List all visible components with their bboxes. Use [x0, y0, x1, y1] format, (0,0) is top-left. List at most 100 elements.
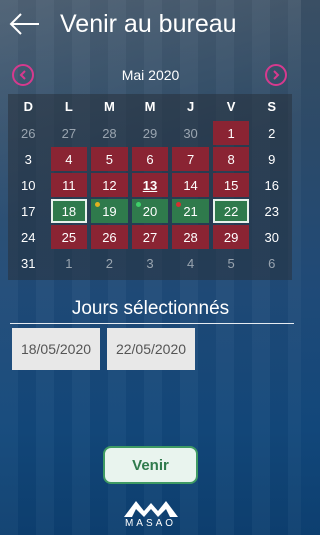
divider — [10, 323, 294, 324]
calendar-day-label: 28 — [102, 125, 117, 141]
calendar-day[interactable]: 2 — [91, 251, 128, 275]
calendar-day[interactable]: 8 — [212, 147, 250, 171]
weekday-label: M — [144, 99, 156, 114]
weekday-label: D — [23, 99, 33, 114]
venir-button[interactable]: Venir — [103, 446, 198, 484]
calendar-day[interactable]: 31 — [10, 251, 47, 275]
month-label: Mai 2020 — [121, 67, 180, 83]
calendar-day[interactable]: 3 — [132, 251, 169, 275]
calendar-day[interactable]: 13 — [131, 173, 169, 197]
calendar-day-label: 6 — [146, 151, 154, 167]
calendar-day-label: 5 — [227, 255, 235, 271]
calendar-day[interactable]: 27 — [51, 121, 88, 145]
month-navigation: Mai 2020 — [0, 62, 301, 88]
calendar-day-label: 4 — [186, 255, 195, 271]
calendar-day[interactable]: 1 — [212, 121, 250, 145]
calendar-day-label: 25 — [61, 229, 77, 245]
calendar-day-label: 6 — [268, 255, 276, 271]
calendar-day[interactable]: 11 — [50, 173, 88, 197]
calendar-day-label: 1 — [227, 125, 235, 141]
calendar-day-label: 13 — [142, 177, 158, 193]
calendar-day-label: 18 — [61, 203, 77, 219]
status-dot-icon — [176, 202, 182, 207]
calendar-day[interactable]: 12 — [91, 173, 128, 197]
calendar-day[interactable]: 28 — [91, 121, 128, 145]
calendar-day[interactable]: 30 — [172, 121, 209, 145]
calendar-day-label: 17 — [21, 203, 36, 219]
chevron-right-icon — [273, 70, 280, 80]
calendar-day[interactable]: 15 — [212, 173, 250, 197]
calendar-day-label: 19 — [102, 203, 117, 219]
calendar-day[interactable]: 4 — [172, 251, 209, 275]
calendar-day[interactable]: 5 — [91, 147, 128, 171]
calendar-day[interactable]: 3 — [10, 147, 47, 171]
calendar-day[interactable]: 19 — [91, 199, 128, 223]
calendar-day[interactable]: 29 — [132, 121, 169, 145]
calendar-day[interactable]: 10 — [10, 173, 47, 197]
calendar-day-label: 15 — [223, 177, 239, 193]
weekday-label: V — [226, 99, 236, 114]
calendar-day[interactable]: 29 — [212, 225, 250, 249]
calendar-day[interactable]: 4 — [50, 147, 88, 171]
calendar-day[interactable]: 26 — [91, 225, 128, 249]
calendar-day[interactable]: 7 — [172, 147, 209, 171]
calendar-day-label: 16 — [264, 177, 279, 193]
start-date-field[interactable]: 18/05/2020 — [12, 328, 100, 370]
calendar-day-label: 2 — [105, 255, 114, 271]
next-month-button[interactable] — [265, 64, 287, 86]
calendar-day[interactable]: 26 — [10, 121, 47, 145]
calendar-day[interactable]: 20 — [131, 199, 169, 223]
end-date-field[interactable]: 22/05/2020 — [107, 328, 195, 370]
calendar-day-label: 23 — [264, 203, 279, 219]
calendar-day[interactable]: 16 — [253, 173, 290, 197]
calendar-day[interactable]: 6 — [131, 147, 169, 171]
calendar-day[interactable]: 24 — [10, 225, 47, 249]
calendar-day-label: 1 — [65, 255, 73, 271]
calendar-day-label: 10 — [21, 177, 36, 193]
calendar-day[interactable]: 21 — [172, 199, 209, 223]
calendar-day[interactable]: 14 — [172, 173, 209, 197]
header: Venir au bureau — [0, 0, 301, 52]
weekday-label: J — [186, 99, 195, 114]
back-arrow-icon[interactable] — [8, 10, 42, 38]
calendar-day-label: 9 — [268, 151, 276, 167]
calendar-day-label: 11 — [62, 177, 76, 193]
calendar-day-label: 3 — [146, 255, 154, 271]
calendar-day-label: 20 — [142, 203, 158, 219]
calendar-day-label: 30 — [183, 125, 198, 141]
calendar-day-label: 3 — [24, 151, 32, 167]
calendar-day[interactable]: 27 — [131, 225, 169, 249]
calendar-day-label: 29 — [142, 125, 158, 141]
calendar-day[interactable]: 6 — [253, 251, 290, 275]
calendar-day[interactable]: 30 — [253, 225, 290, 249]
calendar-day-label: 8 — [227, 151, 235, 167]
calendar-day[interactable]: 17 — [10, 199, 47, 223]
calendar-day-label: 24 — [21, 229, 36, 245]
calendar-day[interactable]: 18 — [50, 199, 88, 223]
status-dot-icon — [135, 202, 141, 207]
calendar-day[interactable]: 1 — [51, 251, 88, 275]
calendar-day[interactable]: 5 — [213, 251, 250, 275]
calendar-day[interactable]: 28 — [172, 225, 209, 249]
calendar-day-label: 30 — [264, 229, 279, 245]
brand-name: MASAO — [124, 518, 177, 529]
status-dot-icon — [95, 202, 101, 207]
selected-days-title: Jours sélectionnés — [71, 298, 230, 319]
calendar-day-label: 2 — [268, 125, 276, 141]
calendar-day[interactable]: 25 — [50, 225, 88, 249]
calendar-day-label: 27 — [142, 229, 158, 245]
calendar-day[interactable]: 22 — [212, 199, 250, 223]
calendar-day-label: 28 — [183, 229, 198, 245]
calendar-day-label: 21 — [183, 203, 198, 219]
calendar-day[interactable]: 9 — [253, 147, 290, 171]
calendar-day-label: 4 — [65, 151, 73, 167]
calendar-day[interactable]: 2 — [253, 121, 290, 145]
calendar-days-grid: 26 27 28 29 30 1 2 3 4 5 6 7 8 9 10 11 12 13 14 15 16 17 18 19 2… — [8, 120, 292, 276]
weekday-header: D L M M J V S — [8, 94, 292, 120]
calendar-day-label: 22 — [223, 203, 239, 219]
calendar-day-label: 26 — [21, 125, 36, 141]
weekday-label: M — [104, 99, 115, 114]
weekday-label: S — [267, 99, 277, 114]
calendar-day[interactable]: 23 — [253, 199, 290, 223]
calendar: D L M M J V S 26 27 28 29 30 1 2 3 4 5 6 7 8 9 10 11 12 1… — [8, 94, 292, 280]
